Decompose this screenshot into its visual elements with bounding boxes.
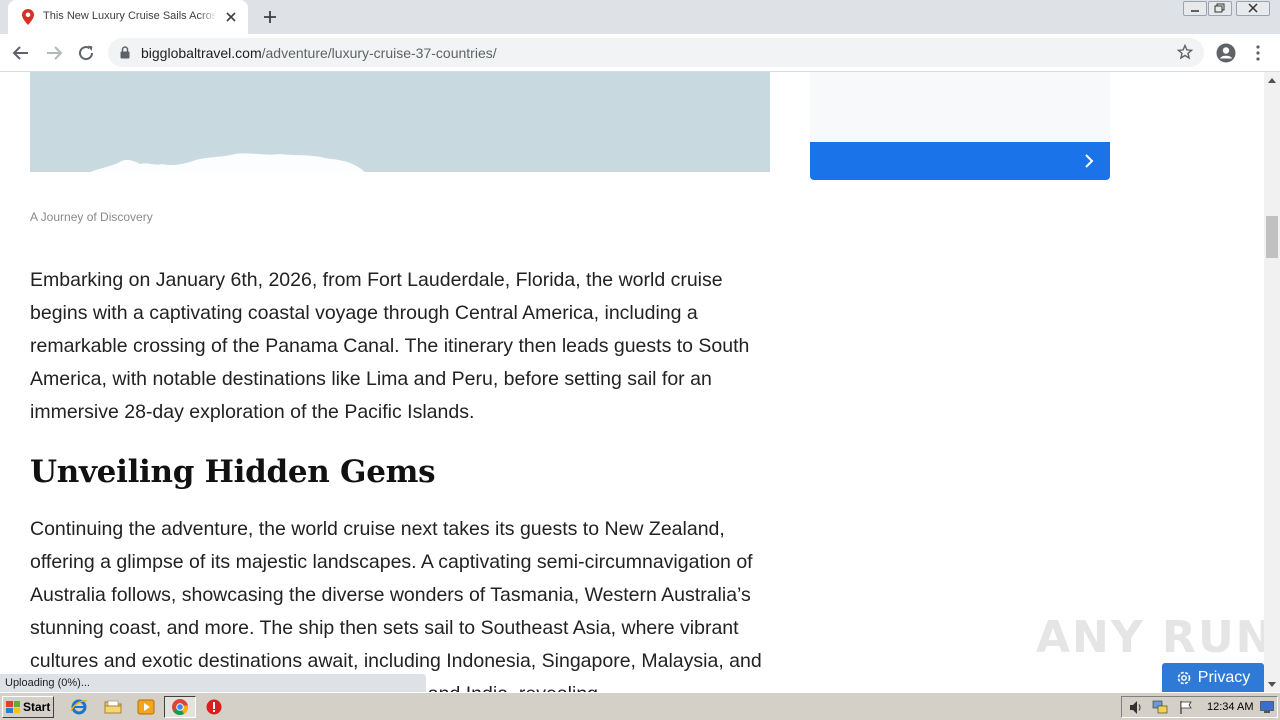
- browser-toolbar: bigglobaltravel.com/adventure/luxury-cru…: [0, 34, 1280, 72]
- close-icon[interactable]: [224, 10, 238, 24]
- chrome-icon: [172, 699, 189, 715]
- url-text: bigglobaltravel.com/adventure/luxury-cru…: [141, 45, 497, 61]
- account-icon: [1216, 43, 1236, 63]
- reload-icon: [79, 45, 94, 61]
- start-label: Start: [23, 700, 51, 714]
- menu-icon: [1256, 45, 1260, 61]
- arrow-up-icon: [1268, 77, 1276, 83]
- arrow-down-icon: [1268, 681, 1276, 687]
- privacy-label: Privacy: [1197, 668, 1251, 686]
- url-domain: bigglobaltravel.com: [141, 45, 262, 61]
- vertical-scrollbar[interactable]: [1264, 72, 1280, 692]
- hero-island-silhouette: [90, 153, 365, 172]
- restore-icon: [1214, 3, 1225, 13]
- speaker-icon[interactable]: [1128, 700, 1144, 715]
- close-icon: [1248, 3, 1258, 13]
- taskbar-chrome-button[interactable]: [164, 696, 196, 718]
- window-close-button[interactable]: [1236, 1, 1270, 16]
- image-caption: A Journey of Discovery: [30, 210, 153, 224]
- minimize-button[interactable]: [1183, 1, 1207, 16]
- privacy-button[interactable]: Privacy: [1162, 663, 1264, 692]
- article-paragraph: Embarking on January 6th, 2026, from For…: [30, 269, 750, 423]
- page-viewport: A Journey of Discovery Embarking on Janu…: [0, 72, 1280, 692]
- stop-icon[interactable]: [205, 698, 223, 716]
- chevron-right-icon: [1085, 154, 1094, 168]
- scroll-up-arrow[interactable]: [1264, 72, 1280, 88]
- browser-tab[interactable]: This New Luxury Cruise Sails Across: [8, 0, 248, 34]
- section-heading: Unveiling Hidden Gems: [30, 454, 436, 490]
- scroll-down-arrow[interactable]: [1264, 676, 1280, 692]
- ie-icon[interactable]: [70, 698, 88, 716]
- back-button[interactable]: [10, 42, 32, 64]
- reload-button[interactable]: [75, 42, 97, 64]
- gear-icon: [1177, 671, 1191, 684]
- tab-strip: This New Luxury Cruise Sails Across: [0, 0, 1280, 34]
- restore-button[interactable]: [1208, 1, 1232, 16]
- address-bar[interactable]: bigglobaltravel.com/adventure/luxury-cru…: [108, 38, 1204, 67]
- hero-image: [30, 72, 770, 172]
- tab-title-fade: [198, 6, 218, 26]
- anyrun-watermark: ANY RUN: [1036, 612, 1275, 663]
- forward-icon: [47, 46, 63, 60]
- network-icon[interactable]: [1152, 700, 1168, 715]
- menu-button[interactable]: [1247, 42, 1269, 64]
- ad-panel: [810, 72, 1110, 142]
- start-button[interactable]: Start: [2, 696, 54, 718]
- ad-cta-button[interactable]: [810, 142, 1110, 180]
- taskbar: Start 12:34 AM: [0, 692, 1280, 720]
- plus-icon: [264, 11, 276, 23]
- back-icon: [12, 46, 28, 60]
- article-paragraph: Continuing the adventure, the world crui…: [30, 518, 762, 692]
- status-bubble: Uploading (0%)...: [0, 674, 426, 692]
- star-icon[interactable]: [1177, 44, 1193, 60]
- scrollbar-thumb[interactable]: [1266, 216, 1278, 258]
- lock-icon: [120, 46, 130, 59]
- windows-flag-icon: [6, 701, 20, 713]
- url-path: /adventure/luxury-cruise-37-countries/: [261, 45, 497, 61]
- folder-icon[interactable]: [104, 698, 122, 716]
- system-tray: 12:34 AM: [1121, 696, 1278, 718]
- tab-title: This New Luxury Cruise Sails Across: [43, 10, 215, 22]
- flag-icon[interactable]: [1178, 700, 1194, 715]
- monitor-icon[interactable]: [1260, 701, 1274, 714]
- clock[interactable]: 12:34 AM: [1207, 701, 1253, 713]
- map-pin-favicon-icon: [22, 9, 34, 25]
- forward-button[interactable]: [43, 42, 65, 64]
- account-button[interactable]: [1215, 42, 1237, 64]
- minimize-icon: [1191, 10, 1199, 12]
- media-player-icon[interactable]: [137, 698, 155, 716]
- new-tab-button[interactable]: [258, 6, 282, 28]
